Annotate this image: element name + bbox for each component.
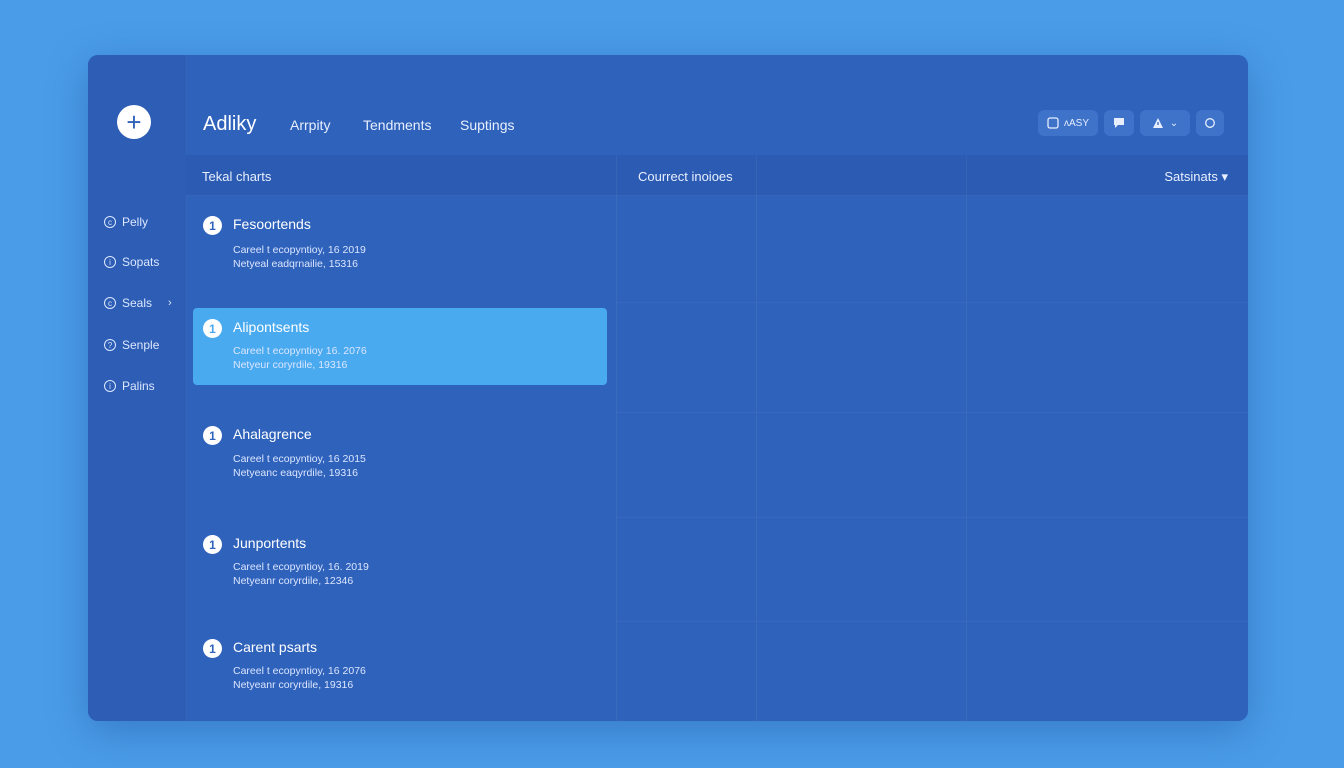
list-item-title: Alipontsents xyxy=(233,319,310,335)
chevron-right-icon: › xyxy=(168,297,172,309)
list-item-title: Carent psarts xyxy=(233,639,318,655)
list-item-subtitle: Netyeur coryrdile, 19316 xyxy=(233,359,348,371)
app-title: Adliky xyxy=(203,113,257,135)
nav-link-1[interactable]: Arrpity xyxy=(290,117,330,133)
sidebar: + c Pelly i Sopats c Seals › ? Senple i … xyxy=(88,55,187,721)
app-window: + c Pelly i Sopats c Seals › ? Senple i … xyxy=(88,55,1248,721)
sidebar-item-label: Senple xyxy=(122,338,160,352)
sidebar-item-palins[interactable]: i Palins xyxy=(104,379,155,393)
plus-icon: + xyxy=(126,107,142,137)
grid-line xyxy=(616,302,1248,303)
user-warning-icon xyxy=(1152,118,1163,128)
list-item-subtitle: Careel t ecopyntioy, 16 2076 xyxy=(233,665,366,677)
sidebar-item-pelly[interactable]: c Pelly xyxy=(104,215,148,229)
question-icon: ? xyxy=(104,339,116,351)
account-button[interactable]: ⌄ xyxy=(1140,110,1190,136)
add-button[interactable]: + xyxy=(117,105,151,139)
column-header-settings[interactable]: Satsinats ▾ xyxy=(1164,155,1228,199)
list-item-subtitle: Careel t ecopyntioy 16. 2076 xyxy=(233,345,367,357)
message-button[interactable] xyxy=(1104,110,1134,136)
list-item-title: Fesoortends xyxy=(233,216,311,232)
view-button[interactable]: ʌASY xyxy=(1038,110,1098,136)
sidebar-item-label: Pelly xyxy=(122,215,149,229)
list-item[interactable]: 1 Fesoortends Careel t ecopyntioy, 16 20… xyxy=(193,205,607,282)
column-divider xyxy=(966,155,967,721)
circle-icon: c xyxy=(104,297,116,309)
sidebar-item-seals[interactable]: c Seals › xyxy=(104,296,172,310)
list-item-subtitle: Netyeal eadqrnailie, 15316 xyxy=(233,258,358,270)
nav-link-2[interactable]: Tendments xyxy=(363,117,431,133)
column-header-invoices[interactable]: Courrect inoioes xyxy=(638,155,733,199)
column-divider xyxy=(756,155,757,721)
column-divider xyxy=(616,155,617,721)
grid-line xyxy=(616,621,1248,622)
list-item-selected[interactable]: 1 Alipontsents Careel t ecopyntioy 16. 2… xyxy=(193,308,607,385)
list-item-title: Junportents xyxy=(233,535,307,551)
info-icon: 1 xyxy=(203,319,222,338)
list-item-subtitle: Netyeanc eaqyrdile, 19316 xyxy=(233,467,358,479)
list-item[interactable]: 1 Ahalagrence Careel t ecopyntioy, 16 20… xyxy=(193,415,607,492)
list-item-subtitle: Netyeanr coryrdile, 19316 xyxy=(233,679,354,691)
sidebar-item-label: Seals xyxy=(122,296,153,310)
grid-line xyxy=(616,412,1248,413)
grid-line xyxy=(616,517,1248,518)
info-icon: 1 xyxy=(203,639,222,658)
settings-button[interactable] xyxy=(1196,110,1224,136)
nav-link-3[interactable]: Suptings xyxy=(460,117,514,133)
list-item-subtitle: Netyeanr coryrdile, 12346 xyxy=(233,575,354,587)
square-icon xyxy=(1047,117,1059,129)
chevron-down-icon: ⌄ xyxy=(1169,117,1179,129)
info-icon: 1 xyxy=(203,535,222,554)
refresh-icon xyxy=(1205,118,1215,128)
list-item-title: Ahalagrence xyxy=(233,426,312,442)
list-item[interactable]: 1 Carent psarts Careel t ecopyntioy, 16 … xyxy=(193,628,607,705)
list-item-subtitle: Careel t ecopyntioy, 16. 2019 xyxy=(233,561,369,573)
info-icon: i xyxy=(104,380,116,392)
view-button-label: ʌASY xyxy=(1063,117,1089,129)
info-icon: i xyxy=(104,256,116,268)
message-icon xyxy=(1114,118,1124,128)
info-icon: 1 xyxy=(203,426,222,445)
info-icon: 1 xyxy=(203,216,222,235)
list-item[interactable]: 1 Junportents Careel t ecopyntioy, 16. 2… xyxy=(193,524,607,601)
circle-icon: c xyxy=(104,216,116,228)
sidebar-item-label: Sopats xyxy=(122,255,160,269)
table-header: Tekal charts Courrect inoioes Satsinats … xyxy=(186,155,1248,196)
sidebar-item-label: Palins xyxy=(122,379,155,393)
toolbar: ʌASY ⌄ xyxy=(1038,110,1224,136)
list-item-subtitle: Careel t ecopyntioy, 16 2015 xyxy=(233,453,366,465)
column-header-charts[interactable]: Tekal charts xyxy=(202,155,271,199)
sidebar-item-sopats[interactable]: i Sopats xyxy=(104,255,159,269)
list-item-subtitle: Careel t ecopyntioy, 16 2019 xyxy=(233,244,366,256)
sidebar-item-senple[interactable]: ? Senple xyxy=(104,338,159,352)
